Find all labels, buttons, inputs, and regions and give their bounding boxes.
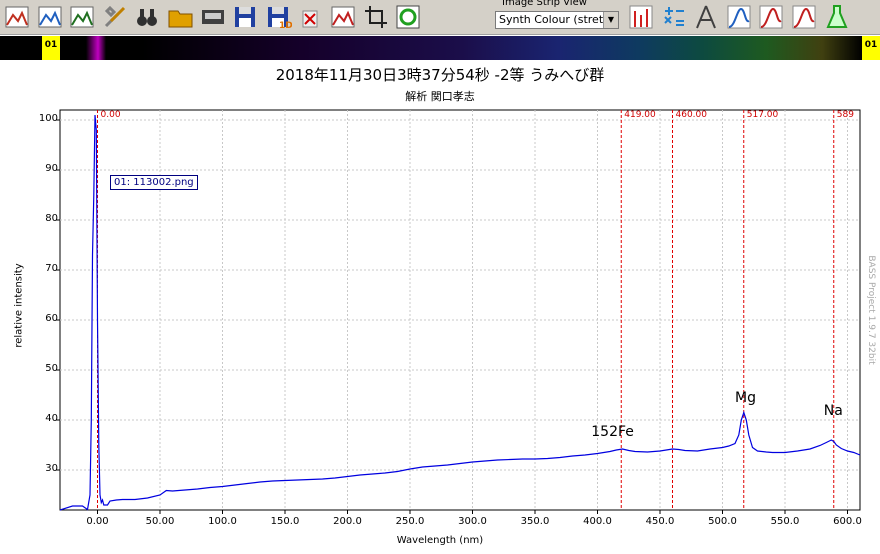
save-image-icon [70,6,94,28]
calculator-icon [663,7,684,26]
line-marker-label: 460.00 [675,110,708,120]
element-annotation: Na [823,402,843,419]
toolbar-monitor-button[interactable] [196,1,227,31]
file-legend-box[interactable]: 01: 113002.png [110,175,198,190]
x-tick-label: 400.0 [583,516,612,527]
crop-icon [364,6,387,28]
toolbar-save-disk-button[interactable] [229,1,260,31]
y-tick-label: 80 [45,213,58,224]
toolbar-kelvin-button[interactable] [788,1,818,31]
toolbar-open-folder-button[interactable] [164,1,194,31]
delete-icon [302,10,318,28]
x-tick-label: 150.0 [270,516,300,527]
bar-chart-icon [629,5,653,29]
toolbar-calculator-button[interactable] [657,1,688,31]
x-tick-label: 50.00 [145,516,175,527]
open-image-icon [38,6,62,28]
y-tick-label: 60 [45,313,58,324]
y-tick-label: 40 [45,413,58,424]
svg-text:1D: 1D [279,21,292,31]
toolbar-tools-button[interactable] [98,1,129,31]
toolbar-delete-button[interactable] [294,1,325,31]
save-disk-icon [235,7,256,27]
toolbar-curve-button[interactable] [755,1,786,31]
line-marker-label: 517.00 [746,110,779,120]
flask-icon [826,5,848,28]
binoculars-icon [137,9,158,26]
software-watermark: BASS Project 1.9.7 32bit [866,255,876,365]
toolbar-calibrate-button[interactable] [327,1,357,31]
toolbar-save-image-button[interactable] [66,1,97,31]
element-annotation: Mg [735,390,756,406]
element-annotation: 152Fe [591,423,634,440]
x-axis-label: Wavelength (nm) [396,535,484,546]
line-marker-label: 0.00 [100,110,121,120]
y-tick-label: 70 [45,263,58,274]
x-tick-label: 300.0 [458,516,487,527]
y-axis-label: relative intensity [13,263,25,348]
x-tick-label: 450.0 [645,516,675,527]
x-tick-label: 250.0 [395,516,425,527]
refresh-icon [396,5,420,29]
line-marker-label: 589 [836,110,854,120]
toolbar-refresh-button[interactable] [392,1,423,31]
line-marker-label: 419.00 [624,110,656,120]
toolbar-compass-button[interactable] [690,1,721,31]
tools-icon [104,5,125,28]
compass-icon [696,5,717,29]
toolbar-bar-chart-button[interactable] [625,1,655,31]
x-tick-label: 600.0 [833,516,862,527]
x-tick-label: 200.0 [333,516,362,527]
y-tick-label: 50 [45,363,58,374]
calibrate-icon [331,6,355,28]
x-tick-label: 500.0 [708,516,737,527]
monitor-icon [201,10,224,24]
toolbar-crop-button[interactable] [359,1,390,31]
toolbar-flask-button[interactable] [820,1,851,31]
toolbar-reference-button[interactable] [722,1,753,31]
x-tick-label: 550.0 [770,516,800,527]
new-profile-icon [5,6,29,28]
open-folder-icon [168,10,193,28]
y-tick-label: 90 [45,163,58,174]
toolbar-open-image-button[interactable] [33,1,64,31]
curve-icon [759,5,783,29]
reference-icon [727,5,751,29]
y-tick-label: 100 [38,113,58,124]
x-tick-label: 100.0 [208,516,237,527]
y-tick-label: 30 [45,463,58,474]
x-tick-label: 0.00 [86,516,109,527]
toolbar-binoculars-button[interactable] [131,1,162,31]
x-tick-label: 350.0 [520,516,550,527]
toolbar-new-profile-button[interactable] [1,1,31,31]
save-1d-icon: 1D [267,7,292,31]
kelvin-icon [792,5,816,29]
spectrum-plot[interactable] [0,0,880,554]
toolbar-save-1d-button[interactable]: 1D [261,1,292,31]
